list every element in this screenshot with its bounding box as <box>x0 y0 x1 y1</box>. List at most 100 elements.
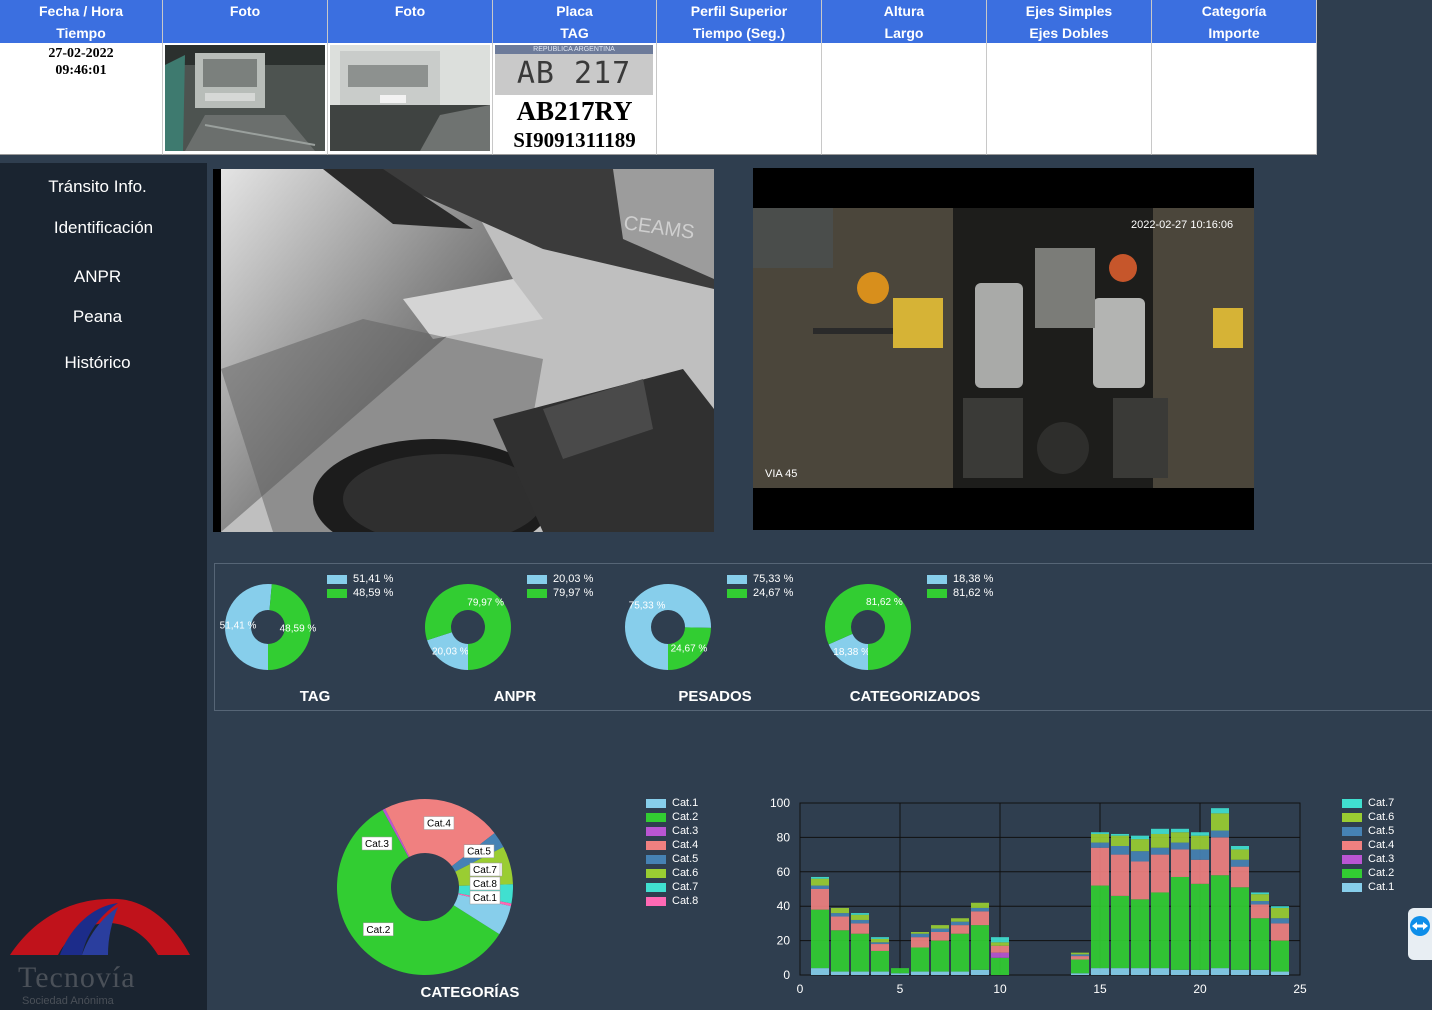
bar-segment <box>811 878 829 886</box>
bar-segment <box>831 916 849 931</box>
column-header: Altura Largo <box>822 0 986 43</box>
bar-segment <box>1151 854 1169 893</box>
donut-title: TAG <box>299 688 331 705</box>
header-line2: Ejes Dobles <box>1029 25 1109 41</box>
column-categoria: Categoría Importe <box>1152 0 1317 155</box>
legend-item: Cat.5 <box>646 853 698 865</box>
bar-segment <box>911 947 929 972</box>
nav-anpr[interactable]: ANPR <box>0 267 195 287</box>
category-label-text: Cat.3 <box>365 839 389 850</box>
column-header: Perfil Superior Tiempo (Seg.) <box>657 0 821 43</box>
nav-transito-info[interactable]: Tránsito Info. <box>0 177 195 197</box>
bar-segment <box>1251 969 1269 975</box>
bar-segment <box>831 971 849 975</box>
legend-label: Cat.7 <box>672 881 699 893</box>
bar-segment <box>1251 894 1269 902</box>
slice-label: 18,38 % <box>833 647 870 658</box>
bar-segment <box>1151 892 1169 969</box>
bar-segment <box>931 940 949 972</box>
bar-segment <box>1211 813 1229 831</box>
bar-segment <box>1211 830 1229 838</box>
header-line1: Ejes Simples <box>1025 3 1113 19</box>
category-label-text: Cat.7 <box>473 865 497 876</box>
nav-identificacion[interactable]: Identificación <box>6 218 201 238</box>
bar-segment <box>1111 968 1129 975</box>
y-tick-label: 60 <box>777 865 791 879</box>
remote-support-tab[interactable] <box>1408 908 1432 960</box>
y-tick-label: 100 <box>770 796 790 810</box>
photo-thumbnail-front[interactable] <box>165 45 325 151</box>
x-tick-label: 0 <box>797 982 804 996</box>
bar-segment <box>871 942 889 945</box>
legend-label: Cat.3 <box>672 825 699 837</box>
column-header: Foto <box>328 0 492 43</box>
y-tick-label: 80 <box>777 830 791 844</box>
bar-segment <box>1131 861 1149 900</box>
bar-segment <box>851 971 869 975</box>
donut-chart-anpr: 20,03 % 79,97 % <box>425 584 511 670</box>
legend-label: Cat.5 <box>672 853 699 865</box>
categorias-donut-chart: Cat.2Cat.3Cat.4Cat.5Cat.6Cat.7Cat.8Cat.1 <box>337 799 513 975</box>
bar-segment <box>1251 901 1269 905</box>
camera-view-overhead[interactable]: 2022-02-27 10:16:06 VIA 45 <box>753 168 1254 530</box>
bar-segment <box>891 973 909 975</box>
legend-label: 24,67 % <box>753 587 794 599</box>
nav-historico[interactable]: Histórico <box>0 353 195 373</box>
legend-label: Cat.4 <box>672 839 699 851</box>
bar-segment <box>951 918 969 922</box>
legend-item: Cat.5 <box>1342 825 1394 837</box>
slice-label: 51,41 % <box>220 621 257 632</box>
bar-segment <box>1171 832 1189 843</box>
bar-segment <box>1071 973 1089 975</box>
bar-segment <box>1131 899 1149 969</box>
bar-segment <box>1091 847 1109 886</box>
legend-item: 20,03 % <box>527 573 593 585</box>
x-tick-label: 20 <box>1193 982 1207 996</box>
camera-view-lateral[interactable]: CEAMS <box>213 169 714 532</box>
bar-segment <box>1271 906 1289 908</box>
bar-segment <box>1171 828 1189 833</box>
category-label: Cat.1 <box>469 890 501 905</box>
bar-segment <box>871 950 889 972</box>
legend-label: 79,97 % <box>553 587 594 599</box>
legend-label: Cat.7 <box>1368 797 1395 809</box>
bar-segment <box>1071 959 1089 974</box>
legend-label: Cat.4 <box>1368 839 1395 851</box>
slice-label: 81,62 % <box>866 597 903 608</box>
photo-thumbnail-side[interactable] <box>330 45 490 151</box>
bar-segment <box>811 876 829 879</box>
bar-segment <box>911 932 929 934</box>
bar-segment <box>1151 847 1169 855</box>
logo-subtext: Sociedad Anónima <box>22 995 114 1007</box>
bar-segment <box>871 937 889 939</box>
bar-segment <box>811 968 829 975</box>
header-line1: Fecha / Hora <box>38 3 124 19</box>
legend-label: 51,41 % <box>353 573 394 585</box>
bar-segment <box>971 969 989 975</box>
bar-segment <box>1231 859 1249 867</box>
legend-label: 48,59 % <box>353 587 394 599</box>
camera-label: VIA 45 <box>765 468 797 480</box>
plate-photo[interactable]: REPUBLICA ARGENTINA AB 217 RY <box>495 45 653 95</box>
donut-chart-pesados: 75,33 % 24,67 % <box>625 584 711 670</box>
bar-segment <box>1231 866 1249 888</box>
bar-segment <box>1191 849 1209 860</box>
bar-segment <box>971 925 989 970</box>
bar-segment <box>871 938 889 943</box>
column-altura: Altura Largo <box>822 0 987 155</box>
donut-title: PESADOS <box>678 688 752 705</box>
nav-peana[interactable]: Peana <box>0 307 195 327</box>
category-label: Cat.4 <box>423 816 455 830</box>
bar-segment <box>1091 833 1109 843</box>
slice-label: 48,59 % <box>280 623 317 634</box>
bar-segment <box>851 913 869 915</box>
legend-item: Cat.3 <box>646 825 698 837</box>
bar-segment <box>1271 940 1289 972</box>
header-line1: Perfil Superior <box>690 3 788 19</box>
category-label: Cat.7 <box>469 862 501 877</box>
slice-label: 79,97 % <box>467 598 504 609</box>
bar-segment <box>1131 835 1149 840</box>
camera-timestamp: 2022-02-27 10:16:06 <box>1131 219 1233 231</box>
slice-label: 75,33 % <box>629 601 666 612</box>
category-label-text: Cat.5 <box>467 847 491 858</box>
